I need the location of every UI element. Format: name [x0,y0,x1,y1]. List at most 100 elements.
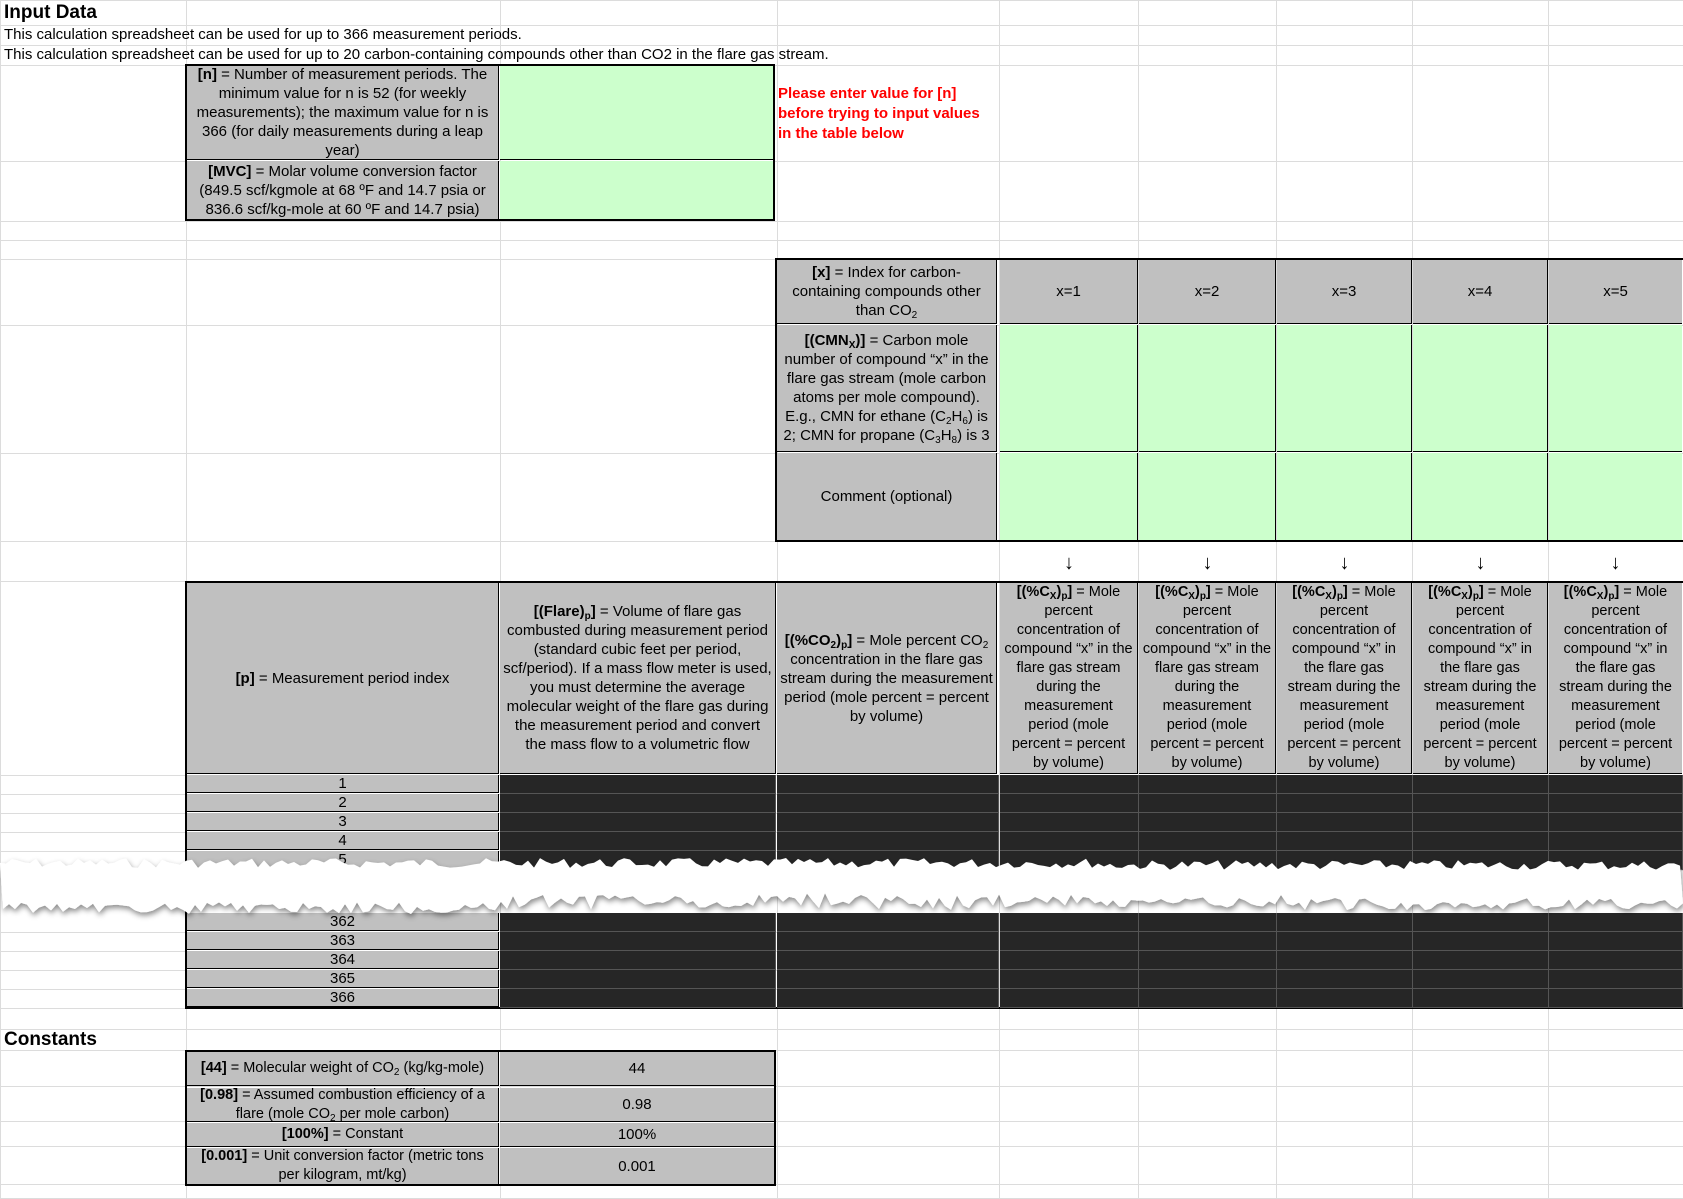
data-entry-cell[interactable] [777,970,999,989]
data-entry-cell[interactable] [1549,932,1683,951]
cmn-input-cell[interactable] [1413,325,1548,452]
sheet-title: Input Data [4,2,97,23]
header-p: [p] = Measurement period index [187,583,499,774]
data-entry-cell[interactable] [777,794,999,813]
header-mole-percent-cx: [(%CX)p] = Mole percent concentration of… [1413,583,1548,774]
header-mole-percent-cx: [(%CX)p] = Mole percent concentration of… [1139,583,1276,774]
mvc-label: [MVC] = Molar volume conversion factor (… [187,161,499,219]
data-entry-cell[interactable] [1277,989,1413,1008]
comment-input-cell[interactable] [1277,453,1412,540]
header-mole-percent-cx: [(%CX)p] = Mole percent concentration of… [1549,583,1682,774]
data-entry-cell[interactable] [1000,970,1139,989]
data-entry-cell[interactable] [777,989,999,1008]
data-entry-cell[interactable] [1000,813,1139,832]
data-entry-cell[interactable] [1139,970,1277,989]
data-entry-cell[interactable] [500,970,776,989]
compound-col-header: x=5 [1549,260,1682,324]
data-entry-cell[interactable] [1277,970,1413,989]
cmn-label: [(CMNX)] = Carbon mole number of compoun… [777,325,997,452]
down-arrow-icon: ↓ [1339,551,1350,574]
data-entry-cell[interactable] [1000,832,1139,851]
data-entry-cell[interactable] [500,775,776,794]
data-entry-cell[interactable] [1549,989,1683,1008]
cmn-input-cell[interactable] [1000,325,1138,452]
data-entry-cell[interactable] [500,794,776,813]
data-entry-cell[interactable] [777,932,999,951]
data-entry-cell[interactable] [1277,775,1413,794]
compound-col-header: x=4 [1413,260,1548,324]
data-entry-cell[interactable] [1277,951,1413,970]
comment-input-cell[interactable] [1413,453,1548,540]
constant-value: 0.001 [500,1148,774,1184]
data-entry-cell[interactable] [1549,832,1683,851]
constant-value: 100% [500,1123,774,1147]
cmn-input-cell[interactable] [1277,325,1412,452]
n-label: [n] = Number of measurement periods. The… [187,66,499,160]
data-entry-cell[interactable] [1000,932,1139,951]
data-entry-cell[interactable] [1413,989,1549,1008]
data-entry-cell[interactable] [777,832,999,851]
data-entry-cell[interactable] [1139,989,1277,1008]
data-entry-cell[interactable] [1413,951,1549,970]
header-co2: [(%CO2)p] = Mole percent CO2 concentrati… [777,583,997,774]
data-entry-cell[interactable] [1277,813,1413,832]
comment-input-cell[interactable] [1000,453,1138,540]
down-arrow-icon: ↓ [1610,551,1621,574]
data-entry-cell[interactable] [1139,794,1277,813]
data-entry-cell[interactable] [1277,832,1413,851]
period-index-cell: 4 [187,832,499,850]
data-entry-cell[interactable] [1413,970,1549,989]
period-index-cell: 365 [187,970,499,988]
gridline-v [0,0,1,1198]
comment-input-cell[interactable] [1549,453,1682,540]
down-arrow-icon: ↓ [1475,551,1486,574]
comment-input-cell[interactable] [1139,453,1276,540]
data-entry-cell[interactable] [1413,813,1549,832]
data-entry-cell[interactable] [1000,775,1139,794]
data-entry-cell[interactable] [1277,932,1413,951]
data-entry-cell[interactable] [1139,951,1277,970]
cmn-input-cell[interactable] [1549,325,1682,452]
compound-index-label: [x] = Index for carbon-containing compou… [777,260,997,324]
data-entry-cell[interactable] [500,832,776,851]
data-entry-cell[interactable] [1277,794,1413,813]
data-entry-cell[interactable] [1000,989,1139,1008]
data-entry-cell[interactable] [1549,970,1683,989]
data-entry-cell[interactable] [500,951,776,970]
data-entry-cell[interactable] [1549,951,1683,970]
constant-label: [0.001] = Unit conversion factor (metric… [187,1148,499,1184]
enter-n-warning: Please enter value for [n] before trying… [778,85,980,142]
data-entry-cell[interactable] [1139,932,1277,951]
data-entry-cell[interactable] [1139,775,1277,794]
data-entry-cell[interactable] [777,951,999,970]
compound-col-header: x=1 [1000,260,1138,324]
compound-col-header: x=3 [1277,260,1412,324]
data-entry-cell[interactable] [1139,813,1277,832]
cmn-input-cell[interactable] [1139,325,1276,452]
constant-label: [44] = Molecular weight of CO2 (kg/kg-mo… [187,1052,499,1086]
mvc-input[interactable] [500,161,773,219]
data-entry-cell[interactable] [1549,775,1683,794]
gridline-h [0,0,1683,1]
data-entry-cell[interactable] [1549,794,1683,813]
data-entry-cell[interactable] [500,932,776,951]
data-entry-cell[interactable] [777,775,999,794]
data-entry-cell[interactable] [1549,813,1683,832]
data-entry-cell[interactable] [1413,775,1549,794]
data-entry-cell[interactable] [500,989,776,1008]
data-entry-cell[interactable] [777,813,999,832]
n-input[interactable] [500,66,773,160]
data-entry-cell[interactable] [1000,951,1139,970]
constant-label: [0.98] = Assumed combustion efficiency o… [187,1087,499,1123]
constant-label: [100%] = Constant [187,1123,499,1147]
data-entry-cell[interactable] [1000,794,1139,813]
header-mole-percent-cx: [(%CX)p] = Mole percent concentration of… [1000,583,1138,774]
data-entry-cell[interactable] [1413,794,1549,813]
data-entry-cell[interactable] [1413,832,1549,851]
period-index-cell: 2 [187,794,499,812]
data-entry-cell[interactable] [1413,932,1549,951]
data-entry-cell[interactable] [500,813,776,832]
period-index-cell: 364 [187,951,499,969]
data-entry-cell[interactable] [1139,832,1277,851]
period-index-cell: 3 [187,813,499,831]
